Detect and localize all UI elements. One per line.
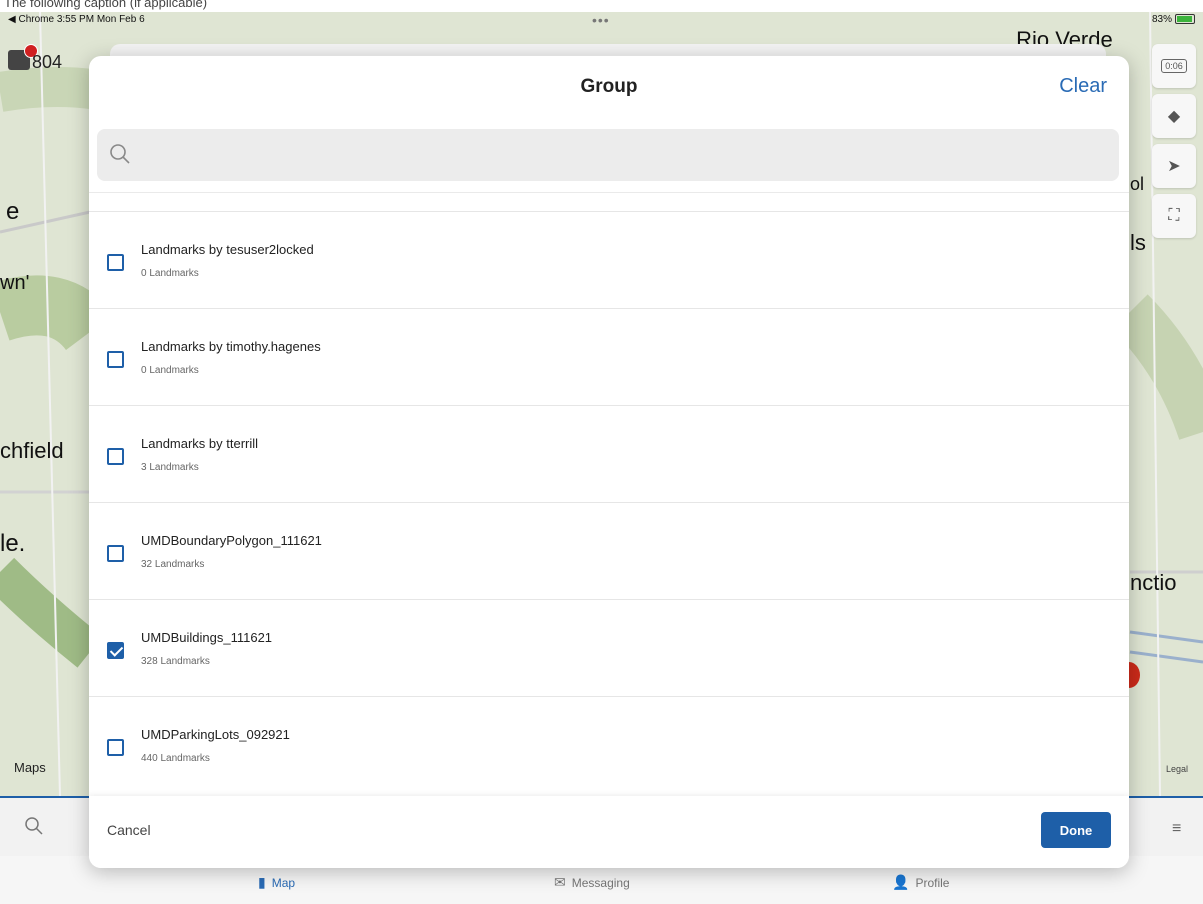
checkbox[interactable] — [107, 351, 124, 368]
recenter-button[interactable]: ⛶ — [1152, 194, 1196, 238]
tab-map-label: Map — [271, 875, 296, 890]
checkbox[interactable] — [107, 545, 124, 562]
filter-icon[interactable]: ≡ — [1172, 820, 1181, 838]
caption-text: The following caption (if applicable) — [4, 0, 208, 10]
modal-title: Group — [580, 76, 638, 97]
search-icon[interactable] — [24, 816, 44, 836]
search-input[interactable] — [141, 139, 1101, 171]
apple-maps-logo: Maps — [14, 760, 46, 775]
landmark-count: 0 Landmarks — [141, 268, 199, 279]
map-label-wn: wn' — [0, 272, 30, 294]
status-left: ◀ Chrome 3:55 PM Mon Feb 6 — [8, 14, 145, 25]
tab-profile[interactable]: 👤 Profile — [892, 874, 949, 891]
tab-profile-label: Profile — [915, 875, 950, 890]
map-label-le: le. — [0, 530, 26, 557]
checkbox[interactable] — [107, 739, 124, 756]
person-icon: 👤 — [892, 874, 910, 890]
battery-percent: 83% — [1151, 14, 1172, 25]
legal-link[interactable]: Legal — [1166, 764, 1188, 774]
map-label-nction: nctio — [1130, 570, 1177, 595]
list-item[interactable]: Landmarks by tterrill 3 Landmarks — [89, 405, 1129, 502]
modal-footer: Cancel Done — [89, 796, 1129, 868]
tab-map[interactable]: ▮ Map — [258, 874, 295, 891]
clear-button[interactable]: Clear — [1059, 75, 1107, 98]
checkbox[interactable] — [107, 254, 124, 271]
search-icon — [110, 144, 130, 164]
map-icon: ▮ — [258, 874, 266, 890]
list-item[interactable]: UMDParkingLots_092921 440 Landmarks — [89, 696, 1129, 793]
list-item[interactable]: Landmarks by tesuser2locked 0 Landmarks — [89, 211, 1129, 308]
tab-messaging[interactable]: ✉ Messaging — [554, 874, 630, 891]
map-tools: 0:06 ◆ ➤ ⛶ — [1152, 44, 1196, 244]
envelope-icon: ✉ — [554, 874, 566, 890]
list-item[interactable]: UMDBoundaryPolygon_111621 32 Landmarks — [89, 502, 1129, 599]
map-label-ls: ls — [1130, 230, 1146, 255]
layers-button[interactable]: ◆ — [1152, 94, 1196, 138]
apple-maps-label: Maps — [14, 760, 46, 775]
modal-header: Group Clear — [89, 56, 1129, 122]
battery-status: 83% — [1152, 14, 1195, 25]
search-bar[interactable] — [97, 129, 1119, 181]
group-name: Landmarks by tterrill — [141, 436, 259, 451]
landmark-count: 32 Landmarks — [141, 559, 205, 570]
done-button[interactable]: Done — [1041, 812, 1111, 848]
group-list: Landmarks by tesuser2locked 0 Landmarks … — [89, 192, 1129, 794]
landmark-count: 0 Landmarks — [141, 365, 199, 376]
landmark-count: 328 Landmarks — [141, 656, 210, 667]
list-item[interactable]: Landmarks by timothy.hagenes 0 Landmarks — [89, 308, 1129, 405]
multitask-dots[interactable]: ••• — [592, 12, 610, 28]
group-name: UMDBuildings_111621 — [141, 630, 273, 645]
cancel-button[interactable]: Cancel — [107, 822, 151, 838]
caption-strip: The following caption (if applicable) — [0, 0, 1203, 12]
vehicle-marker[interactable]: 804 — [8, 44, 88, 76]
vehicle-label: 804 — [32, 52, 63, 72]
layers-icon: ◆ — [1167, 108, 1181, 125]
landmark-count: 3 Landmarks — [141, 462, 199, 473]
location-arrow-icon: ➤ — [1167, 158, 1181, 175]
battery-icon — [1175, 14, 1195, 25]
timer-label: 0:06 — [1161, 59, 1187, 73]
map-label-e: e — [6, 198, 20, 225]
group-name: Landmarks by timothy.hagenes — [141, 339, 321, 354]
group-name: Landmarks by tesuser2locked — [141, 242, 314, 257]
list-item[interactable]: UMDBuildings_111621 328 Landmarks — [89, 599, 1129, 696]
locate-button[interactable]: ➤ — [1152, 144, 1196, 188]
group-modal: Group Clear Landmarks by tesuser2locked … — [89, 56, 1129, 868]
timer-button[interactable]: 0:06 — [1152, 44, 1196, 88]
map-label-ol: ol — [1130, 174, 1145, 194]
checkbox[interactable] — [107, 448, 124, 465]
focus-frame-icon: ⛶ — [1168, 207, 1180, 224]
tab-messaging-label: Messaging — [571, 875, 630, 890]
landmark-count: 440 Landmarks — [141, 753, 210, 764]
map-label-chfield: chfield — [0, 438, 64, 463]
group-name: UMDBoundaryPolygon_111621 — [141, 533, 322, 548]
group-name: UMDParkingLots_092921 — [141, 727, 290, 742]
checkbox-checked[interactable] — [107, 642, 124, 659]
